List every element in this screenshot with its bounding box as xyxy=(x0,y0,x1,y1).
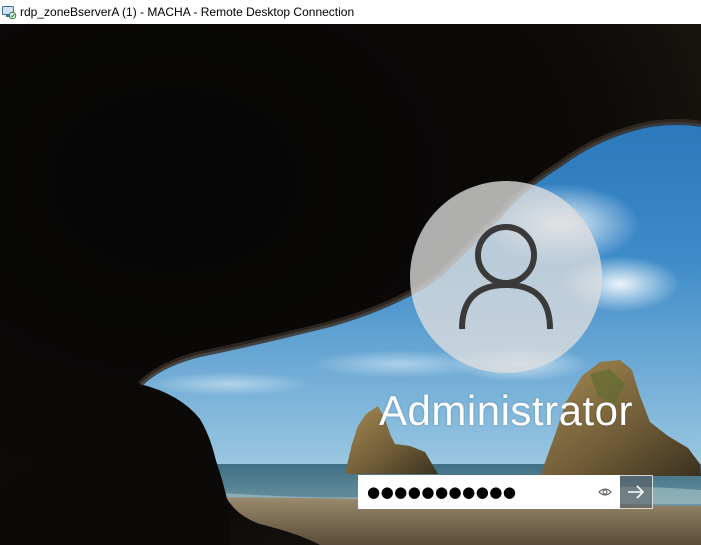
username-label: Administrator xyxy=(379,387,633,434)
user-avatar xyxy=(410,181,602,373)
remote-desktop-window: rdp_zoneBserverA (1) - MACHA - Remote De… xyxy=(0,0,701,545)
password-input[interactable]: ●●●●●●●●●●● xyxy=(358,475,620,509)
submit-button[interactable] xyxy=(620,475,653,509)
lock-screen: Administrator ●●●●●●●●●●● xyxy=(0,24,701,545)
eye-icon[interactable] xyxy=(597,484,613,500)
login-row: ●●●●●●●●●●● xyxy=(358,475,653,509)
arrow-right-icon xyxy=(628,485,645,499)
password-value: ●●●●●●●●●●● xyxy=(367,483,517,501)
remote-desktop-icon xyxy=(1,4,17,20)
window-title: rdp_zoneBserverA (1) - MACHA - Remote De… xyxy=(20,5,355,19)
user-silhouette-icon xyxy=(459,224,553,330)
title-bar[interactable]: rdp_zoneBserverA (1) - MACHA - Remote De… xyxy=(0,0,701,24)
